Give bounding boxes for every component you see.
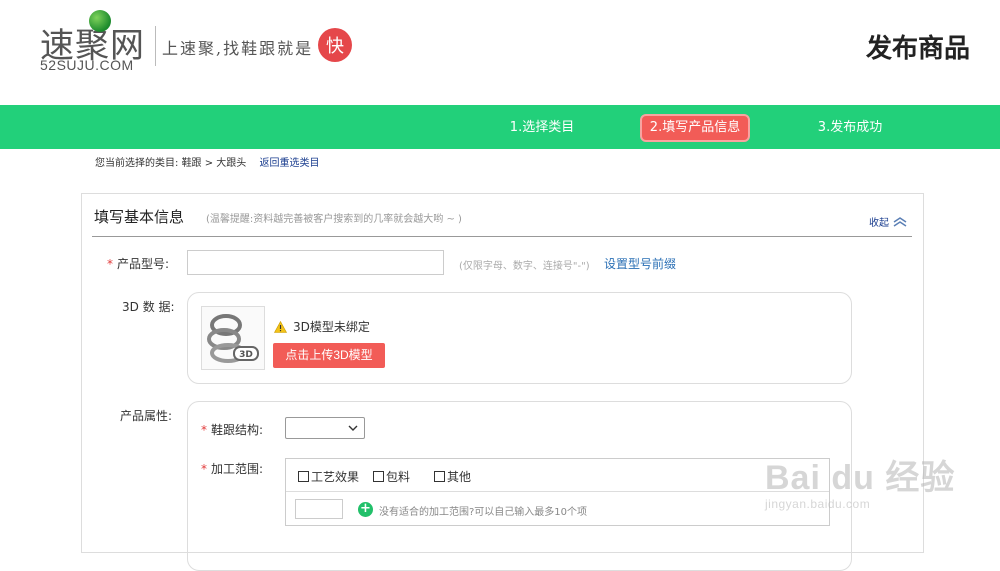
attributes-box: * 鞋跟结构: * 加工范围: 工艺效果 包料 其他 + 没有适合的加工范围?可… <box>187 401 852 571</box>
model-no-hint: (仅限字母、数字、连接号"-") <box>459 261 590 272</box>
breadcrumb-prefix: 您当前选择的类目: <box>95 158 179 169</box>
slogan: 上速聚,找鞋跟就是 <box>162 39 314 58</box>
range-option-label: 工艺效果 <box>311 470 360 484</box>
checkbox[interactable] <box>373 471 384 482</box>
custom-range-hint: 没有适合的加工范围?可以自己输入最多10个项 <box>379 507 588 518</box>
range-label-group: * 加工范围: <box>201 460 263 477</box>
panel-divider <box>92 236 912 237</box>
checkbox[interactable] <box>298 471 309 482</box>
chevron-up-icon <box>893 216 907 227</box>
slogan-badge: 快 <box>318 28 352 62</box>
required-mark: * <box>107 257 113 271</box>
add-icon[interactable]: + <box>358 502 373 517</box>
range-box: 工艺效果 包料 其他 + 没有适合的加工范围?可以自己输入最多10个项 <box>285 458 830 526</box>
range-options-row: 工艺效果 包料 其他 <box>286 459 829 492</box>
panel-title: 填写基本信息 <box>94 208 185 226</box>
watermark-main: Bai du 经验 <box>765 459 956 497</box>
logo-text-en[interactable]: 52SUJU.COM <box>40 57 134 73</box>
structure-label-group: * 鞋跟结构: <box>201 421 263 438</box>
data3d-label: 3D 数 据: <box>122 300 175 314</box>
model-no-input[interactable] <box>187 250 444 275</box>
data3d-box: 3D 3D模型未绑定 点击上传3D模型 <box>187 292 852 384</box>
structure-label: 鞋跟结构: <box>211 423 264 437</box>
range-option-label: 其他 <box>447 470 472 484</box>
model-no-label-group: * 产品型号: <box>107 255 169 272</box>
step-bar: 1.选择类目 2.填写产品信息 3.发布成功 <box>0 105 1000 149</box>
range-option-wrap[interactable]: 包料 <box>373 468 410 485</box>
structure-select[interactable] <box>285 417 365 439</box>
panel-tip: (温馨提醒:资料越完善被客户搜索到的几率就会越大哟 ~ ) <box>206 214 462 225</box>
watermark-sub: jingyan.baidu.com <box>765 497 871 511</box>
checkbox[interactable] <box>434 471 445 482</box>
range-option-craft[interactable]: 工艺效果 <box>298 468 359 485</box>
logo-divider <box>155 26 156 66</box>
model-3d-status-text: 3D模型未绑定 <box>293 320 370 334</box>
model-no-label: 产品型号: <box>117 257 170 271</box>
custom-range-input[interactable] <box>295 499 343 519</box>
site-header: 速聚网 52SUJU.COM 上速聚,找鞋跟就是 快 发布商品 <box>0 0 1000 105</box>
page-title: 发布商品 <box>865 34 970 64</box>
back-to-category-link[interactable]: 返回重选类目 <box>260 158 320 169</box>
range-option-label: 包料 <box>386 470 411 484</box>
attributes-label: 产品属性: <box>120 409 173 423</box>
warning-icon <box>274 320 287 333</box>
chevron-down-icon <box>348 425 358 431</box>
range-label: 加工范围: <box>211 462 264 476</box>
collapse-label: 收起 <box>869 218 889 229</box>
model-3d-status: 3D模型未绑定 <box>274 318 370 335</box>
set-model-prefix-link[interactable]: 设置型号前缀 <box>604 255 676 272</box>
required-mark: * <box>201 462 207 476</box>
upload-3d-model-button[interactable]: 点击上传3D模型 <box>273 343 385 368</box>
3d-model-icon: 3D <box>207 314 259 363</box>
svg-text:3D: 3D <box>239 350 253 360</box>
breadcrumb-path: 鞋跟 > 大跟头 <box>181 158 247 169</box>
step-publish-success: 3.发布成功 <box>817 120 883 135</box>
logo-ball-icon <box>89 10 111 32</box>
required-mark: * <box>201 423 207 437</box>
step-select-category: 1.选择类目 <box>509 120 575 135</box>
collapse-button[interactable]: 收起 <box>869 214 907 229</box>
model-3d-thumbnail: 3D <box>201 306 265 370</box>
range-option-other[interactable]: 其他 <box>434 468 471 485</box>
baidu-watermark: Bai du 经验 jingyan.baidu.com <box>765 450 955 511</box>
breadcrumb: 您当前选择的类目: 鞋跟 > 大跟头 返回重选类目 <box>95 154 320 169</box>
step-fill-info: 2.填写产品信息 <box>640 114 750 142</box>
